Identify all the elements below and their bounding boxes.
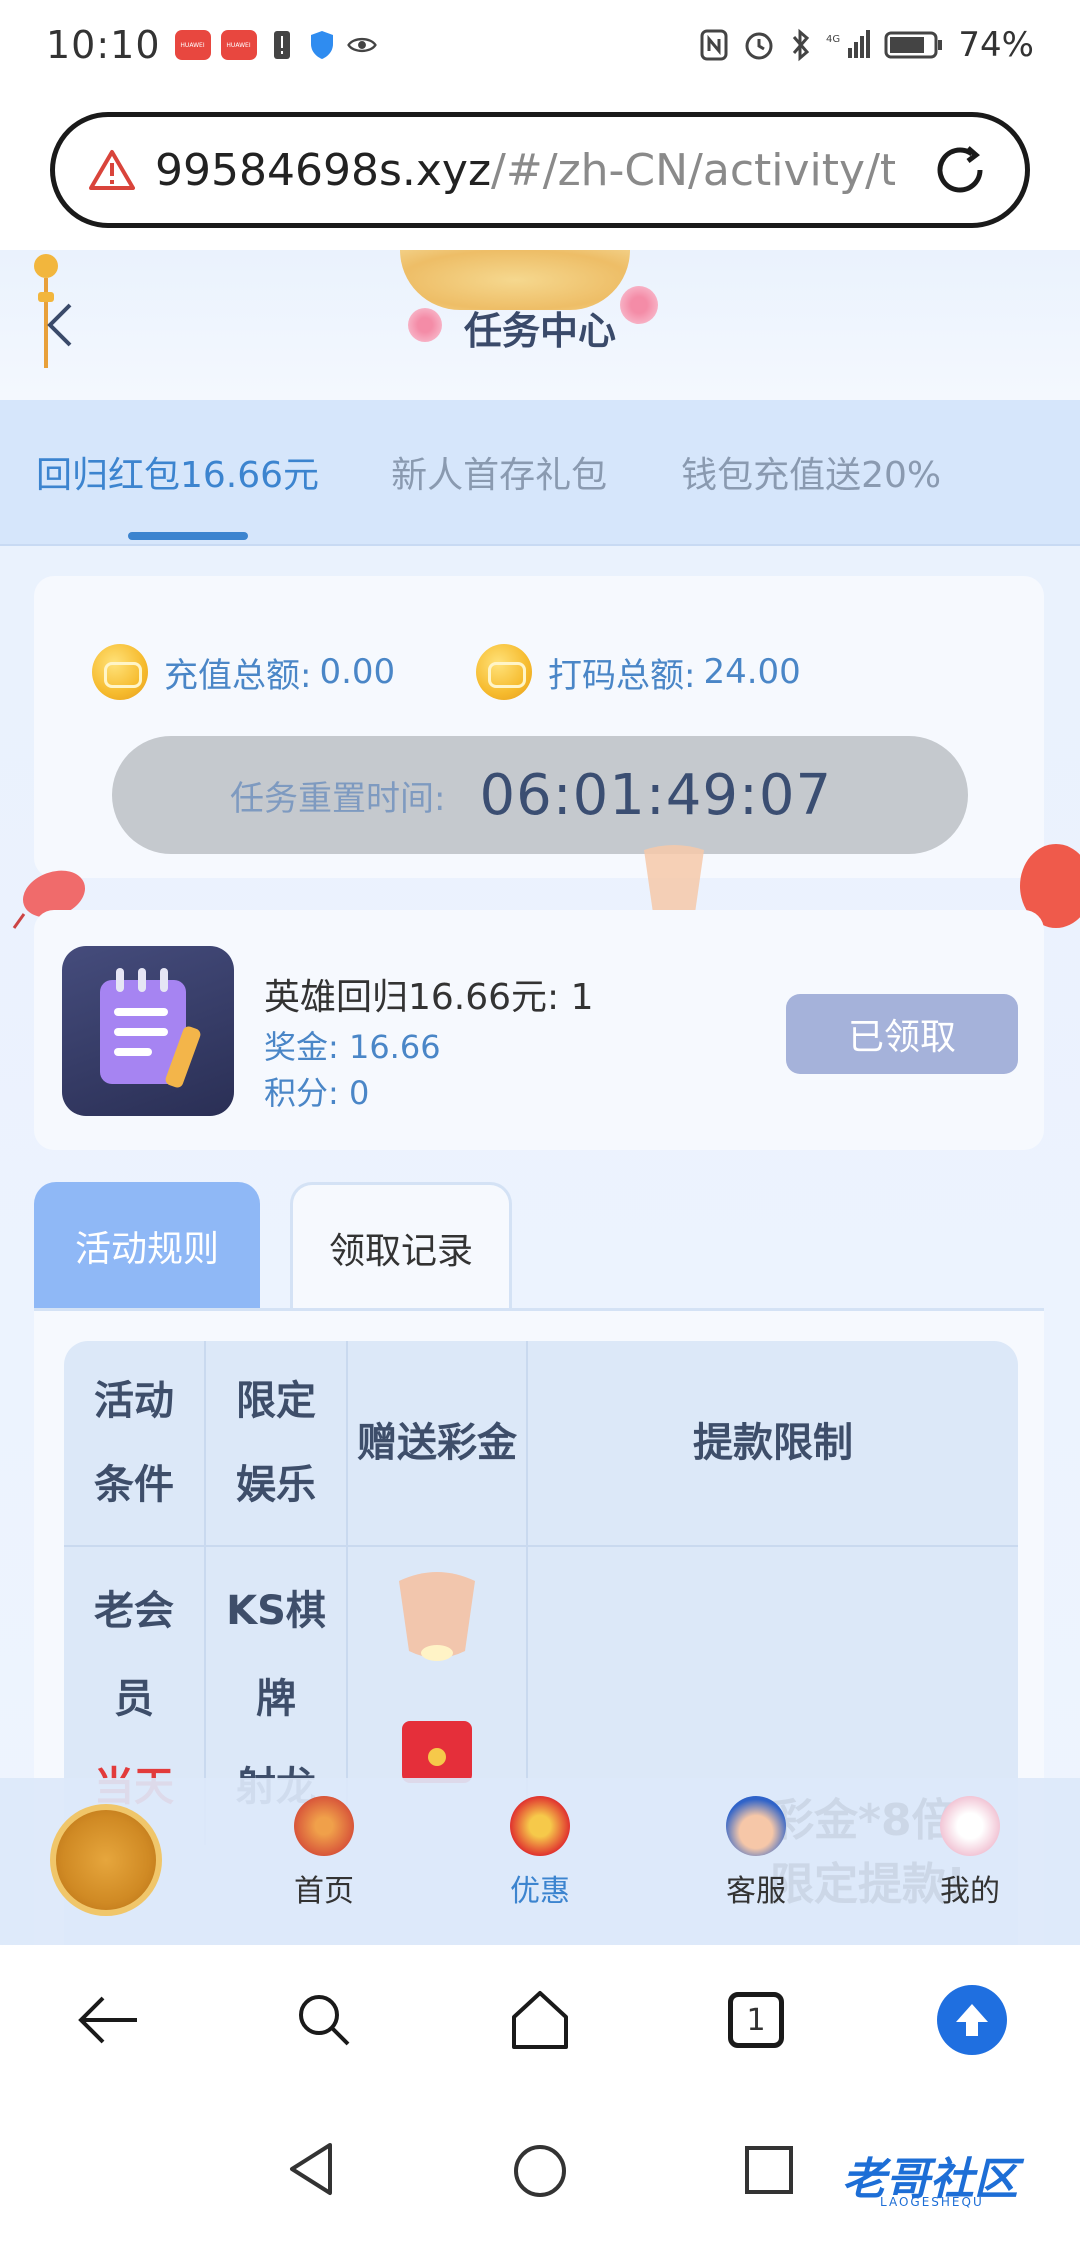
nfc-icon: [700, 29, 728, 61]
nav-service-label: 客服: [726, 1874, 786, 1909]
url-text[interactable]: 99584698s.xyz/#/zh-CN/activity/t: [155, 145, 895, 196]
page-title: 任务中心: [463, 309, 616, 353]
mooncake-icon[interactable]: [50, 1804, 162, 1916]
system-recents-icon[interactable]: [744, 2145, 794, 2195]
home-outline-icon: [512, 1991, 568, 2049]
coin-icon: [476, 644, 532, 700]
nav-profile[interactable]: 我的: [900, 1796, 1040, 1910]
home-icon: [294, 1796, 354, 1856]
reset-countdown: 06:01:49:07: [479, 762, 833, 828]
reload-button[interactable]: [925, 135, 995, 205]
coin-icon: [92, 644, 148, 700]
nav-profile-label: 我的: [940, 1874, 1000, 1909]
sky-lantern-decoration-icon: [399, 1572, 475, 1661]
tab-new-member-pack[interactable]: 新人首存礼包: [391, 446, 607, 498]
deposit-label: 充值总额:: [164, 655, 312, 696]
status-system-icons: 4G 74%: [700, 25, 1034, 65]
page-header: 任务中心: [0, 250, 1080, 400]
bluetooth-icon: [793, 28, 810, 62]
url-path: /#/zh-CN/activity/t: [491, 144, 895, 196]
huawei-app-icon-2: HUAWEI: [220, 30, 257, 60]
browser-tabs-button[interactable]: 1: [716, 1980, 796, 2060]
browser-toolbar: 1: [0, 1945, 1080, 2095]
tab-count: 1: [728, 1992, 784, 2048]
system-navigation-bar: 老哥社区 LAOGESHEQU: [0, 2095, 1080, 2244]
arrow-left-icon: [78, 1996, 137, 2044]
system-home-icon[interactable]: [512, 2143, 568, 2199]
wager-total: 打码总额: 24.00: [476, 644, 801, 700]
status-time: 10:10: [46, 23, 161, 67]
browser-address-area: 99584698s.xyz/#/zh-CN/activity/t: [0, 90, 1080, 250]
webpage-content: 任务中心 回归红包16.66元 新人首存礼包 钱包充值送20% 充值总额: 0.…: [0, 250, 1080, 1945]
red-envelope-icon: [402, 1721, 472, 1783]
nav-promotions[interactable]: 优惠: [470, 1796, 610, 1910]
eye-icon: [346, 30, 377, 60]
task-card: 英雄回归16.66元: 1 奖金: 16.66 积分: 0 已领取: [34, 910, 1044, 1150]
reset-timer: 任务重置时间: 06:01:49:07: [112, 736, 968, 854]
rules-header-condition: 活动 条件: [64, 1341, 206, 1545]
tab-return-bonus[interactable]: 回归红包16.66元: [36, 446, 319, 498]
nav-customer-service[interactable]: 客服: [686, 1796, 826, 1910]
active-tab-indicator: [128, 532, 248, 540]
signal-icon: 4G: [826, 30, 871, 58]
task-title: 英雄回归16.66元: 1: [264, 977, 594, 1018]
reset-label: 任务重置时间:: [230, 778, 446, 819]
nav-promotions-label: 优惠: [510, 1874, 570, 1909]
customer-service-icon: [726, 1796, 786, 1856]
notepad-icon: [62, 946, 234, 1116]
browser-home-button[interactable]: [500, 1980, 580, 2060]
arrow-up-icon: [937, 1985, 1007, 2055]
watermark-subtext: LAOGESHEQU: [880, 2195, 984, 2209]
warning-icon[interactable]: [89, 149, 135, 191]
stats-card: 充值总额: 0.00 打码总额: 24.00 任务重置时间: 06:01:49:…: [34, 576, 1044, 878]
search-icon: [299, 1995, 350, 2046]
deposit-total: 充值总额: 0.00: [92, 644, 395, 700]
wager-value: 24.00: [703, 652, 801, 692]
alarm-icon: [745, 32, 773, 60]
rules-header-withdraw: 提款限制: [693, 1420, 853, 1466]
claimed-button[interactable]: 已领取: [786, 994, 1018, 1074]
browser-search-button[interactable]: [284, 1980, 364, 2060]
reload-icon: [937, 146, 983, 193]
browser-back-button[interactable]: [68, 1980, 148, 2060]
huawei-app-icon: HUAWEI: [174, 30, 211, 60]
url-host: 99584698s.xyz: [155, 144, 492, 196]
tab-activity-rules[interactable]: 活动规则: [34, 1182, 260, 1310]
profile-icon: [940, 1796, 1000, 1856]
tab-claim-records[interactable]: 领取记录: [290, 1182, 512, 1310]
system-back-icon[interactable]: [286, 2141, 336, 2197]
rules-header-bonus: 赠送彩金: [348, 1341, 528, 1545]
nav-home[interactable]: 首页: [254, 1796, 394, 1910]
svg-text:4G: 4G: [826, 34, 840, 45]
promotions-icon: [510, 1796, 570, 1856]
address-bar[interactable]: 99584698s.xyz/#/zh-CN/activity/t: [50, 112, 1030, 228]
deposit-value: 0.00: [319, 652, 396, 692]
shield-icon: [307, 30, 337, 60]
alert-icon: [267, 30, 297, 60]
status-bar: 10:10 HUAWEI HUAWEI 4G 74%: [0, 0, 1080, 90]
battery-icon: [884, 31, 943, 59]
rules-header-games: 限定 娱乐: [206, 1341, 348, 1545]
status-notification-icons: HUAWEI HUAWEI: [174, 30, 377, 60]
activity-tabs: 回归红包16.66元 新人首存礼包 钱包充值送20%: [0, 400, 1080, 546]
task-bonus: 奖金: 16.66: [264, 1028, 441, 1066]
site-bottom-nav: 彩金*8倍 限定提款! 首页 优惠 客服 我的: [0, 1778, 1080, 1945]
nav-home-label: 首页: [294, 1874, 354, 1909]
scroll-top-button[interactable]: [932, 1980, 1012, 2060]
task-points: 积分: 0: [264, 1074, 370, 1112]
battery-percent: 74%: [958, 25, 1034, 65]
tab-wallet-recharge[interactable]: 钱包充值送20%: [681, 446, 941, 498]
wager-label: 打码总额:: [548, 655, 696, 696]
